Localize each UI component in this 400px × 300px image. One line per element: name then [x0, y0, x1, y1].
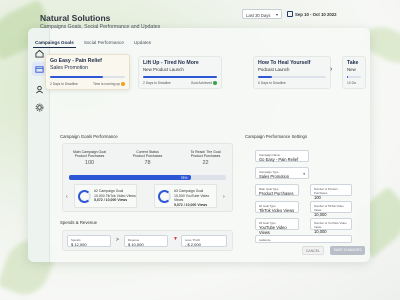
goal-progress: 5,072 / 10,000 Views — [174, 203, 208, 208]
date-range-text: Sep 10 - Oct 10 2022 — [295, 11, 337, 17]
chevron-down-icon: ▾ — [303, 172, 305, 176]
campaign-deadline: 6 Days to Deadline — [258, 81, 286, 85]
campaign-progress — [347, 76, 361, 79]
user-icon[interactable] — [32, 82, 46, 96]
campaign-title: Go Easy - Pain Relief — [50, 58, 102, 64]
gear-icon[interactable] — [32, 100, 46, 114]
profit-value: - $ 2,000 — [185, 241, 201, 247]
field-label: Audience — [259, 237, 271, 242]
campaign-card[interactable]: Lift Up - Tired No More New Product Laun… — [138, 56, 222, 89]
stat-label: Main Campaign Goal Product Purchases — [73, 150, 106, 159]
stat-value: 100 — [84, 160, 95, 167]
stat-main-goal: Main Campaign Goal Product Purchases 100 — [67, 150, 112, 166]
goal-progress: 5,072 / 10,000 Views — [94, 198, 128, 203]
warning-icon — [121, 82, 125, 86]
field-label: Number of TikTok Video Views — [314, 203, 344, 212]
campaign-status: Time is running up — [93, 81, 120, 86]
spends-field: Spends $ 12,000 — [67, 235, 111, 247]
revenue-field: Revenue $ 10,000 — [124, 235, 168, 247]
campaign-progress — [143, 76, 217, 79]
settings-section-label: Campaign Performance Settings — [245, 134, 308, 139]
field-label: Number of YouTube Video Views — [314, 220, 347, 229]
goal3-number-field[interactable]: Number of YouTube Video Views 10,000 — [310, 218, 352, 234]
chevron-down-icon: ▾ — [275, 12, 278, 17]
campaign-title: Take — [347, 60, 359, 66]
chevron-right-icon[interactable]: › — [330, 66, 332, 73]
cancel-button[interactable]: CANCEL — [302, 246, 324, 255]
date-range-select[interactable]: Last 30 Days ▾ — [242, 9, 282, 19]
stat-to-reach: To Reach The Goal Product Purchases 22 — [183, 150, 228, 166]
save-changes-button[interactable]: SAVE CHANGES — [330, 246, 365, 255]
date-range-display[interactable]: Sep 10 - Oct 10 2022 — [287, 11, 337, 17]
revenue-value: $ 10,000 — [128, 241, 144, 247]
tab-social-performance[interactable]: Social Performance — [82, 40, 126, 48]
spends-section-label: Spends & Revenue — [60, 220, 98, 225]
field-value: 10,000 — [314, 211, 327, 217]
stat-value: 22 — [202, 160, 209, 167]
date-range-select-value: Last 30 Days — [246, 12, 271, 18]
donut-chart-icon — [158, 190, 171, 203]
campaign-deadline: 10 Da — [347, 81, 356, 85]
campaign-type: Sales Promotion — [50, 65, 89, 71]
main-goal-number-field[interactable]: Number of Product Purchases 100 — [310, 184, 352, 200]
goals-section-label: Campaign Goals Performance — [60, 134, 118, 139]
goal-target: 10,000 YouTube Video Views — [174, 193, 210, 203]
campaign-status: Goal Achieved — [190, 80, 212, 85]
main-goal-type-select[interactable]: Main Goal Type Product Purchases — [255, 184, 299, 196]
goal-card: #2 Campaign Goal 10,000 TikTok Video Vie… — [74, 184, 137, 208]
goals-panel: Main Campaign Goal Product Purchases 100… — [62, 143, 233, 212]
campaign-name-field[interactable]: Campaign Name Go Easy - Pain Relief — [255, 150, 309, 162]
tab-bar: Campaings Goals Social Performance Updat… — [33, 40, 153, 48]
chevron-right-icon[interactable]: › — [223, 194, 225, 200]
donut-chart-icon — [78, 190, 91, 203]
field-value: TikTok Video Views — [259, 207, 295, 213]
tab-campaign-goals[interactable]: Campaings Goals — [33, 40, 76, 48]
field-value: YouTube Video Views — [259, 224, 287, 235]
campaign-type: New Product Launch — [143, 67, 184, 72]
campaign-card[interactable]: Go Easy - Pain Relief Sales Promotion 2 … — [45, 54, 130, 90]
campaign-card[interactable]: How To Heal Yourself Podcast Launch 6 Da… — [253, 56, 331, 89]
campaign-type: Podcast Launch — [258, 67, 290, 72]
campaign-icon[interactable] — [32, 62, 46, 76]
greater-than-icon: > — [116, 237, 119, 243]
field-value: 10,000 — [314, 228, 327, 234]
audience-field[interactable]: Audience — [255, 235, 352, 243]
stat-label: To Reach The Goal Product Purchases — [190, 150, 221, 159]
campaign-deadline: 2 Days to Deadline — [50, 81, 78, 86]
goal2-number-field[interactable]: Number of TikTok Video Views 10,000 — [310, 201, 352, 217]
home-icon[interactable] — [32, 46, 46, 60]
check-icon — [213, 81, 217, 85]
field-value: 100 — [314, 194, 321, 200]
campaign-progress — [258, 76, 326, 79]
calendar-icon — [287, 11, 293, 17]
stat-current-status: Current Status Product Purchases 78 — [125, 150, 170, 166]
tab-updates[interactable]: Updates — [132, 40, 153, 48]
thumbs-down-icon: ▼ — [173, 236, 178, 242]
stat-label: Current Status Product Purchases — [132, 150, 163, 159]
campaign-title: Lift Up - Tired No More — [143, 60, 199, 66]
campaign-card[interactable]: Take New 10 Da — [342, 56, 366, 89]
page-title: Natural Solutions — [40, 13, 111, 23]
goal-progress-percent: 78% — [180, 175, 188, 180]
goal-card: #3 Campaign Goal 10,000 YouTube Video Vi… — [154, 184, 217, 208]
page-subtitle: Campaigns Goals, Social Performance and … — [40, 24, 161, 30]
profit-field: Loss / Profit - $ 2,000 — [181, 235, 227, 247]
campaign-type-select[interactable]: Campaign Type Sales Promotion ▾ — [255, 167, 309, 179]
chevron-left-icon[interactable]: ‹ — [66, 194, 68, 200]
campaign-type: New — [347, 67, 356, 72]
field-value: Go Easy - Pain Relief — [259, 156, 299, 162]
field-value: Product Purchases — [259, 190, 294, 196]
field-label: Number of Product Purchases — [314, 186, 338, 195]
stat-value: 78 — [144, 160, 151, 167]
campaign-progress — [50, 76, 125, 79]
goal3-type-select[interactable]: #3 Goal Type YouTube Video Views — [255, 218, 299, 235]
goal2-type-select[interactable]: #2 Goal Type TikTok Video Views — [255, 201, 299, 213]
goal-progress-bar: 78% — [69, 175, 226, 180]
field-value: Sales Promotion — [259, 173, 290, 179]
campaign-title: How To Heal Yourself — [258, 60, 311, 66]
campaign-deadline: 2 Days to Deadline — [143, 80, 171, 85]
spends-value: $ 12,000 — [71, 241, 87, 247]
